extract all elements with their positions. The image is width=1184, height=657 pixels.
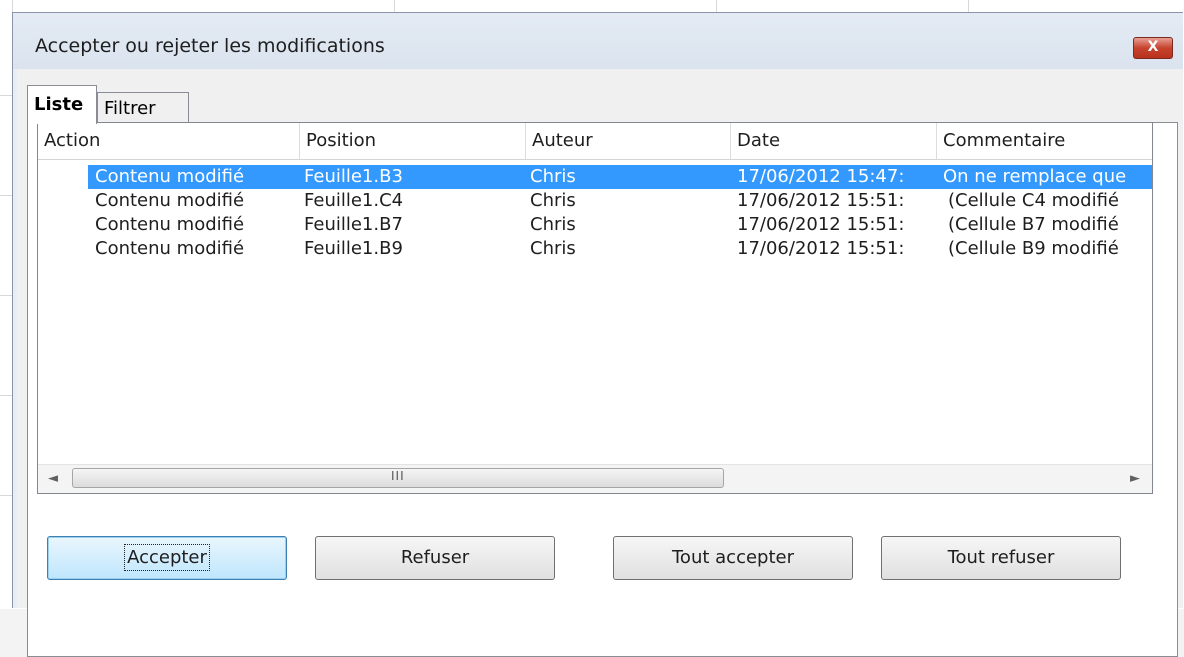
refuse-all-button-label: Tout refuser — [947, 547, 1055, 568]
grid-line — [0, 495, 12, 496]
cell-position: Feuille1.C4 — [304, 190, 404, 211]
close-icon: X — [1147, 39, 1159, 55]
cell-action: Contenu modifié — [95, 166, 245, 187]
cell-position: Feuille1.B3 — [304, 166, 403, 187]
cell-comment: (Cellule B9 modifié — [948, 238, 1119, 259]
cell-comment: (Cellule C4 modifié — [948, 190, 1119, 211]
grid-line — [0, 395, 12, 396]
title-bar[interactable]: Accepter ou rejeter les modifications X — [13, 13, 1183, 69]
cell-date: 17/06/2012 15:51: — [737, 238, 905, 259]
changes-list[interactable]: Action Position Auteur Date Commentaire … — [37, 122, 1153, 494]
accept-all-button-label: Tout accepter — [672, 547, 794, 568]
cell-position: Feuille1.B7 — [304, 214, 403, 235]
tab-liste[interactable]: Liste — [27, 85, 97, 124]
column-header-author[interactable]: Auteur — [526, 123, 731, 159]
cell-action: Contenu modifié — [95, 190, 245, 211]
column-header-date[interactable]: Date — [731, 123, 937, 159]
list-item[interactable]: Contenu modifié Feuille1.B3 Chris 17/06/… — [38, 165, 1152, 189]
cell-position: Feuille1.B9 — [304, 238, 403, 259]
horizontal-scrollbar[interactable]: ◄ III ► — [38, 464, 1152, 493]
grid-line — [0, 195, 12, 196]
refuse-button-label: Refuser — [400, 547, 470, 568]
grid-line — [0, 295, 12, 296]
cell-date: 17/06/2012 15:51: — [737, 190, 905, 211]
accept-all-button[interactable]: Tout accepter — [613, 536, 853, 580]
cell-action: Contenu modifié — [95, 238, 245, 259]
list-item[interactable]: Contenu modifié Feuille1.B9 Chris 17/06/… — [38, 237, 1152, 261]
cell-comment: On ne remplace que — [943, 166, 1127, 187]
cell-action: Contenu modifié — [95, 214, 245, 235]
cell-comment: (Cellule B7 modifié — [948, 214, 1119, 235]
changes-dialog: Accepter ou rejeter les modifications X … — [12, 12, 1183, 657]
list-item[interactable]: Contenu modifié Feuille1.B7 Chris 17/06/… — [38, 213, 1152, 237]
cell-date: 17/06/2012 15:47: — [737, 166, 905, 187]
grid-line — [0, 95, 12, 96]
cell-author: Chris — [530, 238, 576, 259]
grip-icon: III — [391, 469, 405, 483]
column-header-comment[interactable]: Commentaire — [937, 123, 1152, 159]
column-header-action[interactable]: Action — [38, 123, 300, 159]
scroll-right-icon[interactable]: ► — [1130, 471, 1140, 486]
column-header-position[interactable]: Position — [300, 123, 526, 159]
accept-button[interactable]: Accepter — [47, 536, 287, 580]
close-button[interactable]: X — [1133, 37, 1173, 59]
cell-author: Chris — [530, 166, 576, 187]
cell-date: 17/06/2012 15:51: — [737, 214, 905, 235]
list-item[interactable]: Contenu modifié Feuille1.C4 Chris 17/06/… — [38, 189, 1152, 213]
dialog-title: Accepter ou rejeter les modifications — [35, 35, 385, 57]
refuse-button[interactable]: Refuser — [315, 536, 555, 580]
cell-author: Chris — [530, 214, 576, 235]
dialog-body: Liste Filtrer Action Position Auteur Dat… — [17, 69, 1183, 657]
accept-button-label: Accepter — [124, 544, 210, 571]
scroll-thumb[interactable]: III — [72, 468, 724, 488]
list-header: Action Position Auteur Date Commentaire — [38, 123, 1152, 160]
cell-author: Chris — [530, 190, 576, 211]
refuse-all-button[interactable]: Tout refuser — [881, 536, 1121, 580]
scroll-left-icon[interactable]: ◄ — [48, 471, 58, 486]
tab-filtrer[interactable]: Filtrer — [97, 92, 189, 124]
